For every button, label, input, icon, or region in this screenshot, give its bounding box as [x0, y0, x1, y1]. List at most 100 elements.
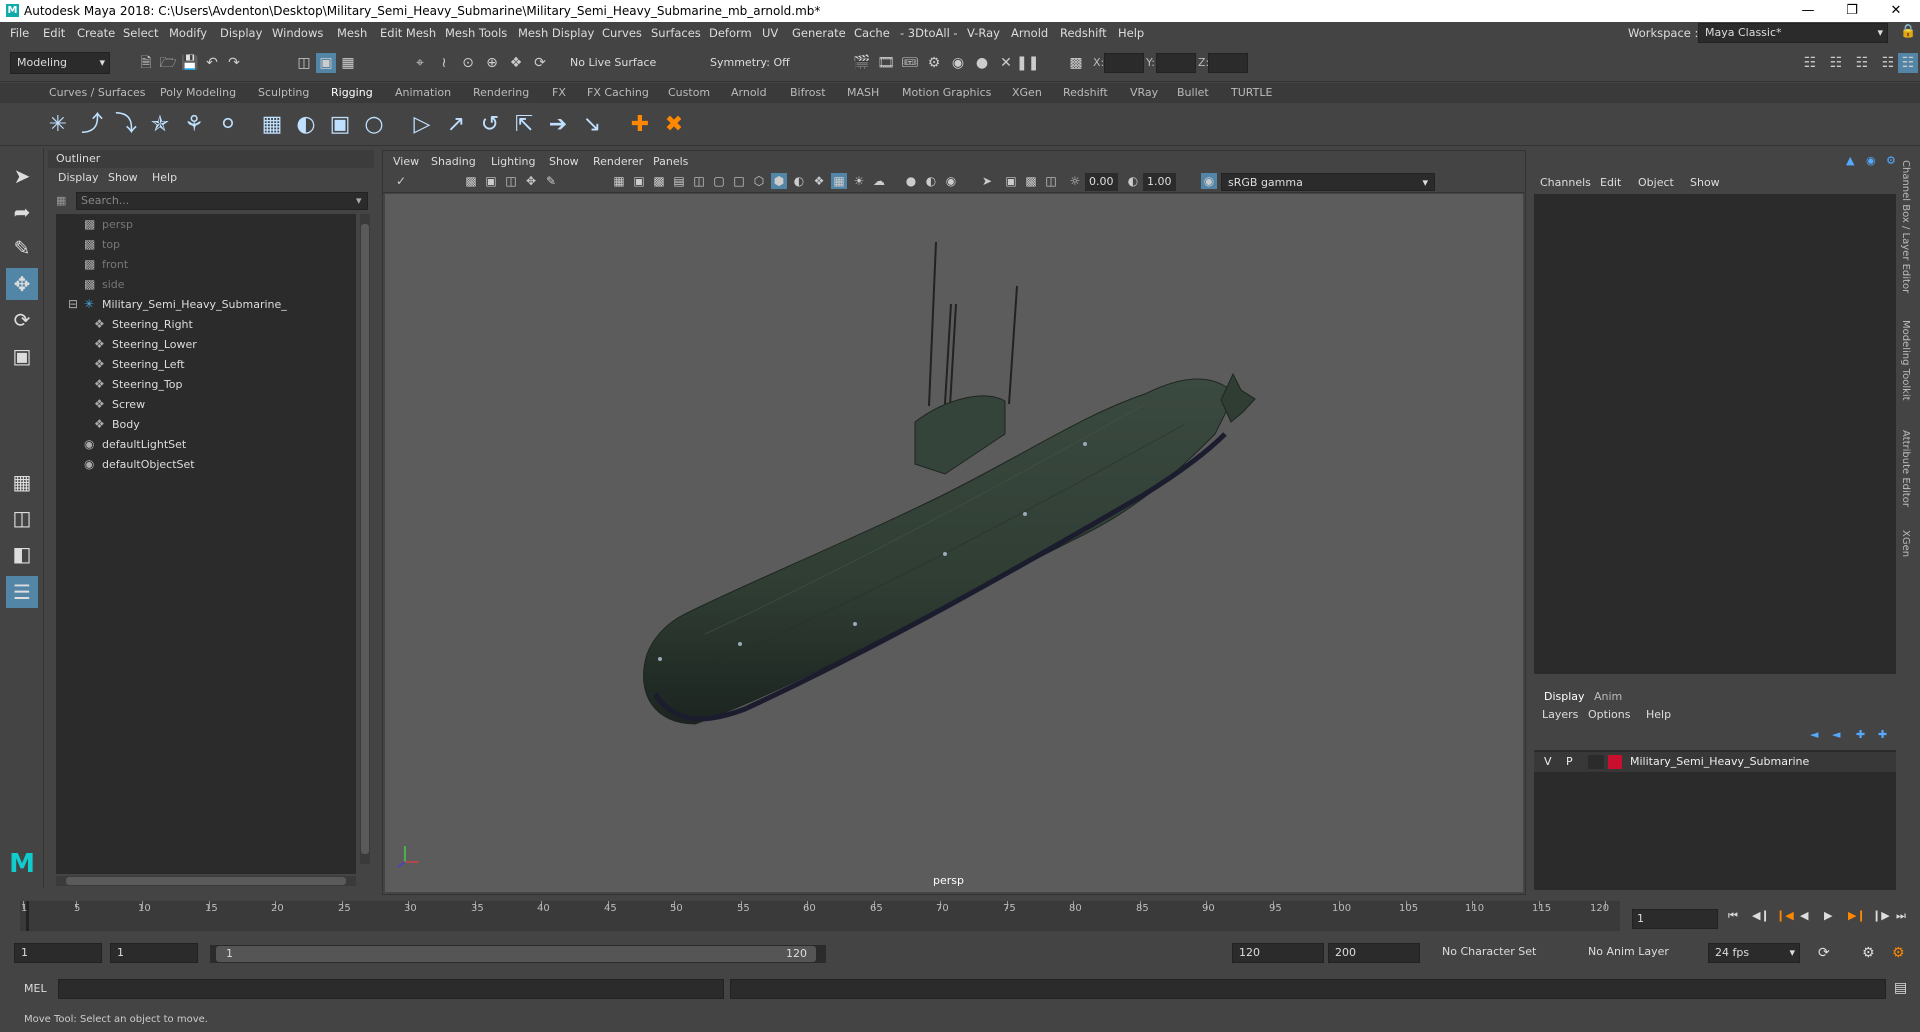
select-hierarchy-icon[interactable]: ◫: [294, 53, 314, 73]
paint-weights-icon[interactable]: ◐: [292, 111, 320, 139]
auto-key-icon[interactable]: ⚙: [1862, 945, 1875, 961]
backface-icon[interactable]: ◫: [1043, 173, 1059, 189]
go-to-end-icon[interactable]: ⏭: [1896, 909, 1906, 923]
select-tool-icon[interactable]: ➤: [6, 160, 38, 192]
play-forward-icon[interactable]: ▶: [1824, 909, 1832, 922]
snap-live-icon[interactable]: ⟳: [530, 53, 550, 73]
safe-title-icon[interactable]: □: [731, 173, 747, 189]
step-back-icon[interactable]: ◀❙: [1752, 909, 1770, 922]
script-editor-icon[interactable]: ▤: [1894, 980, 1907, 996]
film-gate-icon[interactable]: ▣: [631, 173, 647, 189]
two-view-icon[interactable]: ◧: [6, 538, 38, 570]
vp-menu-show[interactable]: Show: [549, 155, 579, 168]
outliner-menu-display[interactable]: Display: [58, 171, 99, 184]
y-field[interactable]: [1156, 53, 1196, 73]
layer-type-toggle[interactable]: [1588, 755, 1604, 769]
render-frame-icon[interactable]: 🎞: [876, 53, 896, 73]
shelf-tab-vray[interactable]: VRay: [1130, 86, 1158, 99]
menu-help[interactable]: Help: [1118, 26, 1144, 40]
snap-curve-icon[interactable]: ≀: [434, 53, 454, 73]
ik-handle-icon[interactable]: ⤴: [78, 111, 106, 139]
quick-rig-icon[interactable]: ⚘: [180, 111, 208, 139]
tool-settings-icon[interactable]: ☷: [1878, 53, 1898, 73]
shelf-tab-mash[interactable]: MASH: [847, 86, 879, 99]
side-tab-xgen[interactable]: XGen: [1900, 530, 1911, 557]
gamma-field[interactable]: 1.00: [1143, 173, 1176, 191]
shelf-tab-animation[interactable]: Animation: [395, 86, 451, 99]
list-item[interactable]: ❖ Steering_Right: [56, 314, 356, 334]
list-item[interactable]: ❖ Steering_Top: [56, 374, 356, 394]
side-tab-attribute-editor[interactable]: Attribute Editor: [1900, 430, 1911, 507]
playback-start-field[interactable]: 1: [110, 943, 198, 963]
menu-select[interactable]: Select: [123, 26, 158, 40]
move-layer-up-icon[interactable]: ◄: [1810, 728, 1818, 741]
shelf-tab-poly-modeling[interactable]: Poly Modeling: [160, 86, 236, 99]
textured-icon[interactable]: ▦: [831, 173, 847, 189]
menu-mesh-tools[interactable]: Mesh Tools: [445, 26, 507, 40]
four-view-icon[interactable]: ◫: [6, 502, 38, 534]
list-item[interactable]: ⊟ ✳ Military_Semi_Heavy_Submarine_: [56, 294, 356, 314]
hypershade-icon[interactable]: ◉: [948, 53, 968, 73]
shelf-tab-bifrost[interactable]: Bifrost: [790, 86, 826, 99]
live-surface-field[interactable]: No Live Surface: [564, 53, 664, 75]
select-camera-icon[interactable]: ✓: [393, 173, 409, 189]
vp-menu-lighting[interactable]: Lighting: [491, 155, 535, 168]
list-item[interactable]: ❖ Steering_Left: [56, 354, 356, 374]
menu-file[interactable]: File: [10, 26, 29, 40]
step-forward-icon[interactable]: ❙▶: [1872, 909, 1890, 922]
orient-constraint-icon[interactable]: ↺: [476, 111, 504, 139]
locator-icon[interactable]: ✚: [626, 111, 654, 139]
chevron-down-icon[interactable]: ▾: [356, 194, 362, 207]
single-view-icon[interactable]: ▦: [6, 466, 38, 498]
cb-menu-edit[interactable]: Edit: [1600, 176, 1621, 189]
scale-constraint-icon[interactable]: ⇱: [510, 111, 538, 139]
submarine-model[interactable]: [385, 194, 1523, 892]
default-material-icon[interactable]: ◐: [791, 173, 807, 189]
cb-menu-show[interactable]: Show: [1690, 176, 1720, 189]
mel-label[interactable]: MEL: [24, 982, 47, 995]
outliner-hscrollbar[interactable]: [56, 876, 356, 886]
snap-surface-icon[interactable]: ❖: [506, 53, 526, 73]
playback-end-field[interactable]: 120: [1232, 943, 1324, 963]
menu-edit-mesh[interactable]: Edit Mesh: [380, 26, 436, 40]
tab-anim[interactable]: Anim: [1594, 690, 1622, 703]
ik-spline-icon[interactable]: ⤵: [112, 111, 140, 139]
snap-point-icon[interactable]: ⊙: [458, 53, 478, 73]
layer-menu-options[interactable]: Options: [1588, 708, 1630, 721]
menu-arnold[interactable]: Arnold: [1011, 26, 1048, 40]
shelf-tab-arnold[interactable]: Arnold: [731, 86, 767, 99]
outliner-search-input[interactable]: Search...: [76, 192, 368, 210]
menu-cache[interactable]: Cache: [854, 26, 890, 40]
workspace-dropdown[interactable]: Maya Classic* ▾: [1698, 23, 1888, 43]
menu-redshift[interactable]: Redshift: [1060, 26, 1107, 40]
settings-icon[interactable]: ⚙: [1886, 154, 1896, 167]
arnold-render-icon[interactable]: ●: [972, 53, 992, 73]
human-ik-icon[interactable]: ⚪: [214, 111, 242, 139]
grid-icon[interactable]: ▦: [611, 173, 627, 189]
vp-menu-panels[interactable]: Panels: [653, 155, 688, 168]
lock-icon[interactable]: 🔒: [1900, 24, 1916, 39]
2d-pan-icon[interactable]: ✥: [523, 173, 539, 189]
range-slider-bar[interactable]: 1 120: [216, 946, 816, 962]
ambient-occlusion-icon[interactable]: ●: [903, 173, 919, 189]
shelf-tab-rigging[interactable]: Rigging: [331, 86, 373, 99]
shelf-tab-redshift[interactable]: Redshift: [1063, 86, 1108, 99]
menu-edit[interactable]: Edit: [43, 26, 65, 40]
shelf-tab-turtle[interactable]: TURTLE: [1231, 86, 1272, 99]
fps-dropdown[interactable]: 24 fps ▾: [1708, 943, 1800, 963]
side-tab-modeling-toolkit[interactable]: Modeling Toolkit: [1900, 320, 1911, 401]
outliner-vscrollbar[interactable]: [360, 214, 370, 864]
vp-menu-renderer[interactable]: Renderer: [593, 155, 643, 168]
shelf-tab-fx[interactable]: FX: [552, 86, 566, 99]
menu-display[interactable]: Display: [220, 26, 262, 40]
shelf-tab-curves-surfaces[interactable]: Curves / Surfaces: [49, 86, 146, 99]
end-time-field[interactable]: 200: [1328, 943, 1420, 963]
play-back-icon[interactable]: ◀: [1800, 909, 1808, 922]
mel-input[interactable]: [58, 979, 724, 999]
time-slider-track[interactable]: 1 5 10 15 20 25 30 35 40 45 50 55 60 65 …: [20, 901, 1620, 931]
layer-name[interactable]: Military_Semi_Heavy_Submarine: [1630, 755, 1809, 768]
symmetry-dropdown[interactable]: Symmetry: Off: [704, 53, 814, 75]
anti-aliasing-icon[interactable]: ◉: [943, 173, 959, 189]
shelf-tab-motion-graphics[interactable]: Motion Graphics: [902, 86, 991, 99]
isolate-select-icon[interactable]: ➤: [979, 173, 995, 189]
